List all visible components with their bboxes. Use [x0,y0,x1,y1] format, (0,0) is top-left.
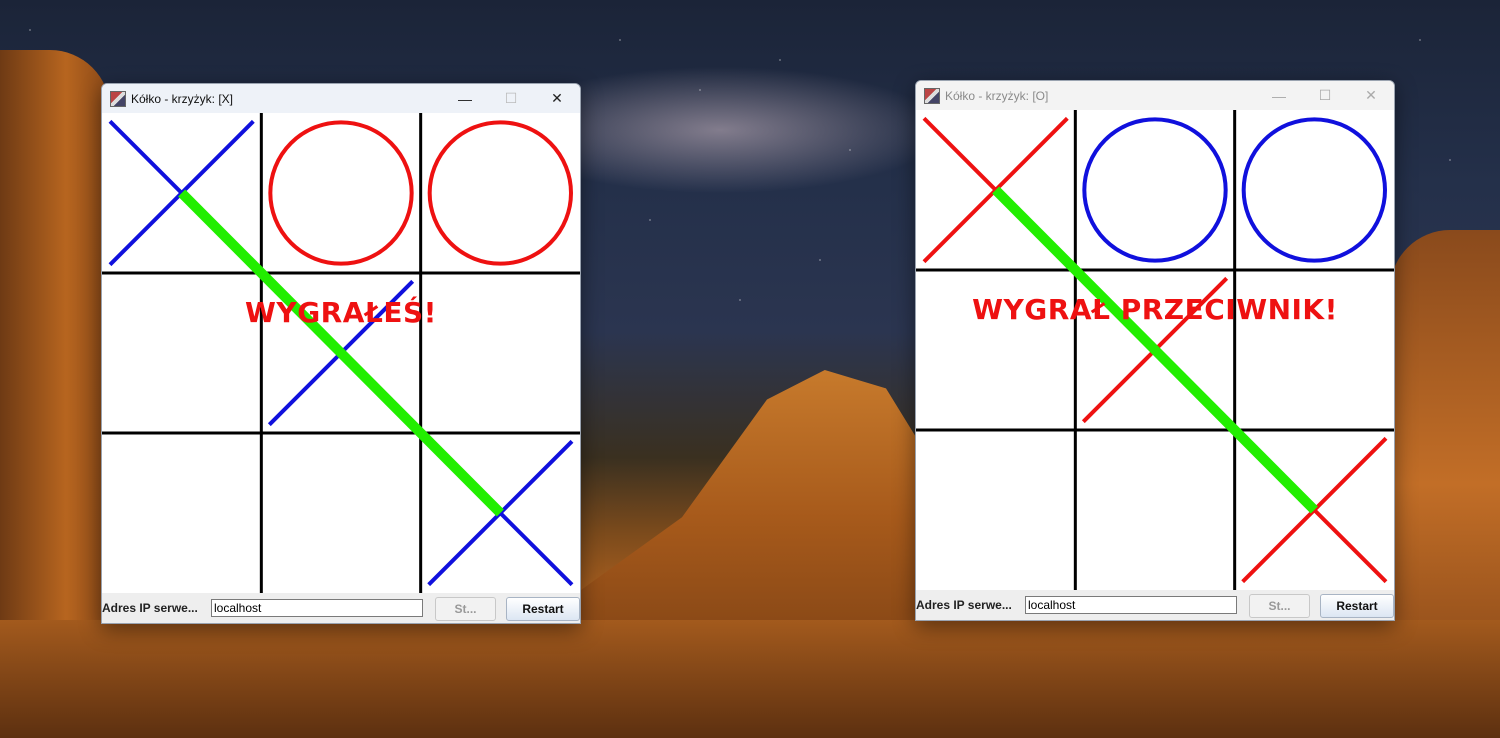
java-app-icon [924,87,940,104]
winning-line [992,186,1318,514]
game-board[interactable] [102,113,580,593]
title-bar[interactable]: Kółko - krzyżyk: [X] — ☐ ✕ [102,84,580,113]
board-canvas[interactable] [916,110,1394,590]
wallpaper-rock [580,370,920,738]
maximize-button[interactable]: ☐ [488,84,534,113]
o-mark [427,120,574,266]
ip-address-label: Adres IP serwe... [916,598,1012,612]
wallpaper-rock [0,50,110,738]
game-window-o[interactable]: Kółko - krzyżyk: [O] — ☐ ✕ WYGRAŁ PRZECI… [915,80,1395,621]
minimize-button[interactable]: — [442,84,488,113]
connection-bar: Adres IP serwe... St... Restart [102,593,580,623]
wallpaper-rock [1390,230,1500,738]
ip-address-input[interactable] [211,599,423,617]
o-mark [1241,117,1388,263]
result-message: WYGRAŁEŚ! [245,296,437,329]
restart-button[interactable]: Restart [506,597,580,621]
o-mark [268,120,414,266]
connection-bar: Adres IP serwe... St... Restart [916,590,1394,620]
window-title: Kółko - krzyżyk: [X] [131,91,234,106]
close-button[interactable]: ✕ [1348,81,1394,110]
maximize-button[interactable]: ☐ [1302,81,1348,110]
winning-line [178,189,504,517]
java-app-icon [110,90,126,107]
wallpaper-ground [0,620,1500,738]
restart-button[interactable]: Restart [1320,594,1394,618]
o-mark [1082,117,1228,263]
window-title: Kółko - krzyżyk: [O] [945,88,1049,103]
minimize-button[interactable]: — [1256,81,1302,110]
game-window-x[interactable]: Kółko - krzyżyk: [X] — ☐ ✕ WYGRAŁEŚ! Adr… [101,83,581,624]
close-button[interactable]: ✕ [534,84,580,113]
start-button[interactable]: St... [1249,594,1310,618]
ip-address-input[interactable] [1025,596,1237,614]
title-bar[interactable]: Kółko - krzyżyk: [O] — ☐ ✕ [916,81,1394,110]
board-canvas[interactable] [102,113,580,593]
game-board[interactable] [916,110,1394,590]
result-message: WYGRAŁ PRZECIWNIK! [972,293,1338,326]
ip-address-label: Adres IP serwe... [102,601,198,615]
start-button[interactable]: St... [435,597,496,621]
